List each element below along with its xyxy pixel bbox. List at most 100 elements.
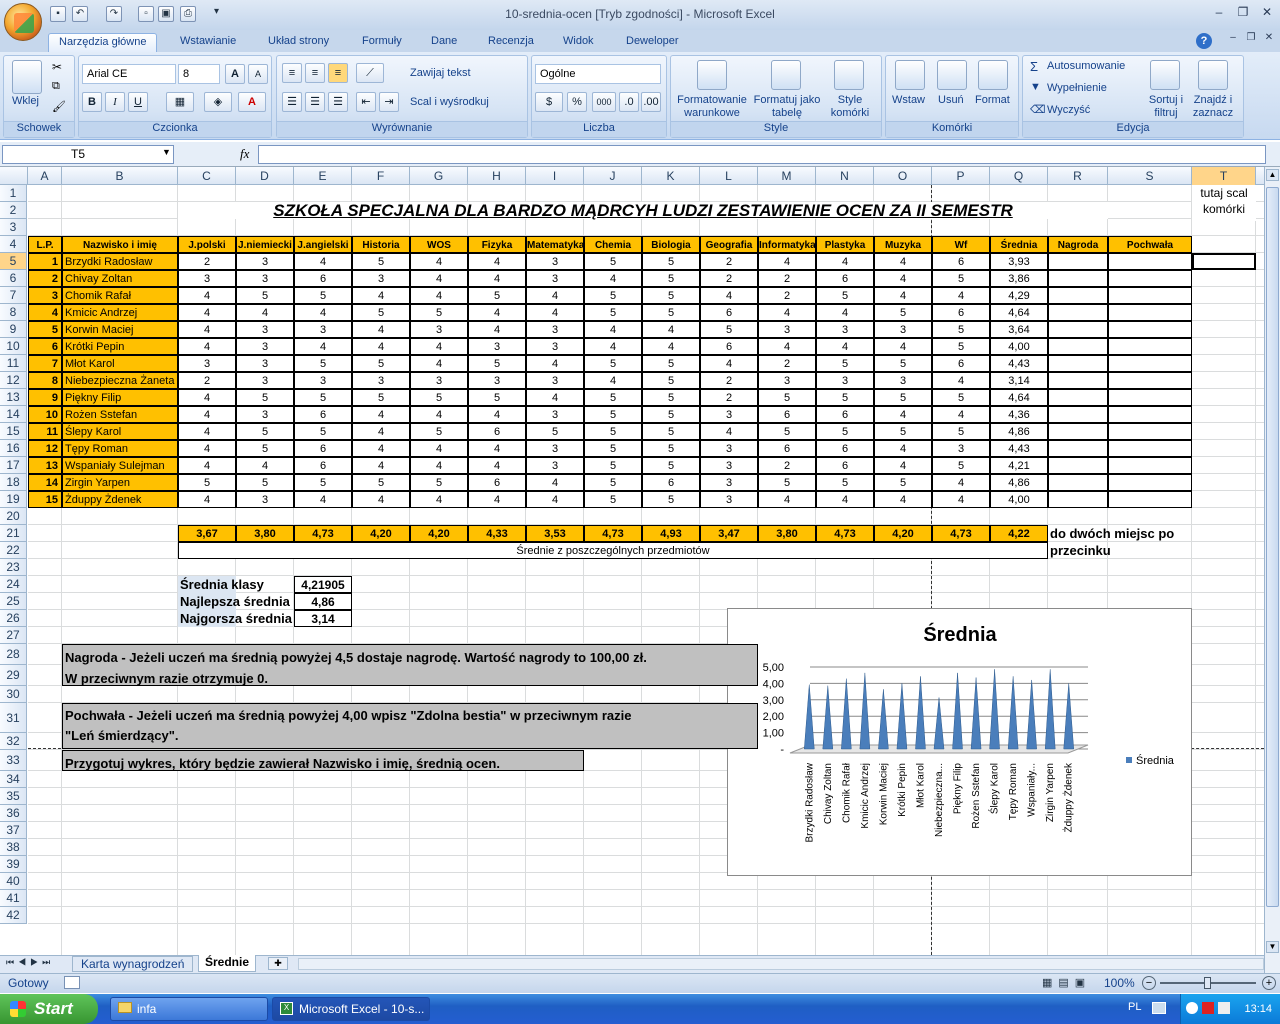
grade-cell[interactable]: 4 — [410, 270, 468, 287]
grade-cell[interactable]: 4 — [178, 338, 236, 355]
grade-cell[interactable]: 4 — [526, 304, 584, 321]
grade-cell[interactable]: 2 — [700, 253, 758, 270]
grade-cell[interactable]: 4 — [874, 440, 932, 457]
tray-icon-3[interactable] — [1218, 1002, 1230, 1014]
clear-button[interactable]: Wyczyść — [1047, 104, 1090, 116]
row-header[interactable]: 17 — [0, 457, 27, 474]
grade-cell[interactable]: 2 — [758, 270, 816, 287]
autosum-button[interactable]: Autosumowanie — [1047, 60, 1125, 72]
student-name[interactable]: Ślepy Karol — [62, 423, 178, 440]
grade-cell[interactable]: 4 — [932, 406, 990, 423]
delete-cells-button[interactable]: Usuń — [938, 94, 964, 106]
column-header[interactable]: G — [410, 167, 468, 185]
subject-average[interactable]: 4,20 — [352, 525, 410, 542]
subject-average[interactable]: 4,73 — [584, 525, 642, 542]
grade-cell[interactable]: 4 — [874, 287, 932, 304]
tab-review[interactable]: Recenzja — [478, 33, 544, 52]
grade-cell[interactable]: 4 — [178, 423, 236, 440]
grade-cell[interactable]: 2 — [700, 372, 758, 389]
column-header[interactable]: Q — [990, 167, 1048, 185]
grade-cell[interactable]: 4 — [410, 355, 468, 372]
row-header[interactable]: 24 — [0, 576, 27, 593]
row-header[interactable]: 5 — [0, 253, 27, 270]
grade-cell[interactable]: 4 — [178, 440, 236, 457]
number-format-select[interactable]: Ogólne — [535, 64, 661, 84]
grade-cell[interactable]: 5 — [584, 253, 642, 270]
close-icon[interactable]: ✕ — [1256, 5, 1278, 21]
praise-cell[interactable] — [1108, 287, 1192, 304]
grade-cell[interactable]: 3 — [526, 406, 584, 423]
grade-cell[interactable]: 4 — [874, 457, 932, 474]
grade-cell[interactable]: 2 — [758, 457, 816, 474]
insert-sheet-icon[interactable]: ✚ — [268, 957, 288, 970]
row-lp[interactable]: 5 — [28, 321, 62, 338]
grade-cell[interactable]: 4 — [468, 321, 526, 338]
grade-cell[interactable]: 4 — [352, 440, 410, 457]
grade-cell[interactable]: 4 — [294, 304, 352, 321]
table-header[interactable]: Nagroda — [1048, 236, 1108, 253]
grade-cell[interactable]: 5 — [874, 389, 932, 406]
grade-cell[interactable]: 5 — [758, 389, 816, 406]
grade-cell[interactable]: 5 — [468, 355, 526, 372]
grade-cell[interactable]: 5 — [584, 440, 642, 457]
row-header[interactable]: 36 — [0, 805, 27, 822]
vertical-scrollbar[interactable]: ▲ ▼ — [1264, 167, 1280, 973]
praise-cell[interactable] — [1108, 253, 1192, 270]
grade-cell[interactable]: 4 — [410, 457, 468, 474]
grade-cell[interactable]: 4 — [758, 338, 816, 355]
column-header[interactable]: N — [816, 167, 874, 185]
grade-cell[interactable]: 5 — [816, 287, 874, 304]
maximize-icon[interactable]: ❐ — [1232, 5, 1254, 21]
grade-cell[interactable]: 4 — [352, 491, 410, 508]
table-header[interactable]: Nazwisko i imię — [62, 236, 178, 253]
side-note[interactable]: tutaj scal komórki — [1192, 185, 1256, 221]
print-preview-icon[interactable]: ▣ — [158, 6, 174, 22]
grade-cell[interactable]: 4 — [294, 253, 352, 270]
name-box[interactable]: T5 — [2, 145, 174, 164]
praise-cell[interactable] — [1108, 423, 1192, 440]
grade-cell[interactable]: 5 — [236, 474, 294, 491]
row-lp[interactable]: 14 — [28, 474, 62, 491]
grade-cell[interactable]: 5 — [294, 287, 352, 304]
grade-cell[interactable]: 5 — [642, 491, 700, 508]
praise-cell[interactable] — [1108, 270, 1192, 287]
subject-average[interactable]: 4,73 — [816, 525, 874, 542]
column-header[interactable]: B — [62, 167, 178, 185]
format-cells-button[interactable]: Format — [975, 94, 1010, 106]
grade-cell[interactable]: 4 — [178, 321, 236, 338]
grade-cell[interactable]: 5 — [584, 406, 642, 423]
grade-cell[interactable]: 3 — [236, 270, 294, 287]
grade-cell[interactable]: 3 — [758, 372, 816, 389]
grade-cell[interactable]: 6 — [294, 270, 352, 287]
row-header[interactable]: 39 — [0, 856, 27, 873]
grade-cell[interactable]: 5 — [874, 423, 932, 440]
row-header[interactable]: 20 — [0, 508, 27, 525]
grade-cell[interactable]: 5 — [642, 440, 700, 457]
grade-cell[interactable]: 4 — [932, 491, 990, 508]
prize-cell[interactable] — [1048, 474, 1108, 491]
align-bottom-icon[interactable]: ≡ — [328, 63, 348, 83]
row-header[interactable]: 32 — [0, 733, 27, 750]
grade-cell[interactable]: 5 — [642, 423, 700, 440]
grade-cell[interactable]: 4 — [526, 355, 584, 372]
grade-cell[interactable]: 4 — [700, 287, 758, 304]
table-header[interactable]: WOS — [410, 236, 468, 253]
praise-cell[interactable] — [1108, 440, 1192, 457]
grade-cell[interactable]: 3 — [410, 321, 468, 338]
grade-cell[interactable]: 3 — [178, 355, 236, 372]
grade-cell[interactable]: 5 — [816, 423, 874, 440]
grade-cell[interactable]: 4 — [932, 372, 990, 389]
grade-cell[interactable]: 4 — [468, 406, 526, 423]
scroll-up-icon[interactable]: ▲ — [1266, 169, 1279, 181]
grade-cell[interactable]: 4 — [468, 304, 526, 321]
grade-cell[interactable]: 5 — [816, 355, 874, 372]
grade-cell[interactable]: 3 — [758, 321, 816, 338]
grade-cell[interactable]: 5 — [294, 355, 352, 372]
row-lp[interactable]: 13 — [28, 457, 62, 474]
language-indicator[interactable]: PL — [1128, 1001, 1141, 1013]
tray-icon-1[interactable] — [1186, 1002, 1198, 1014]
grade-cell[interactable]: 5 — [236, 389, 294, 406]
stat-label[interactable]: Średnia klasy — [178, 576, 264, 593]
grade-cell[interactable]: 4 — [874, 270, 932, 287]
grade-cell[interactable]: 5 — [874, 355, 932, 372]
